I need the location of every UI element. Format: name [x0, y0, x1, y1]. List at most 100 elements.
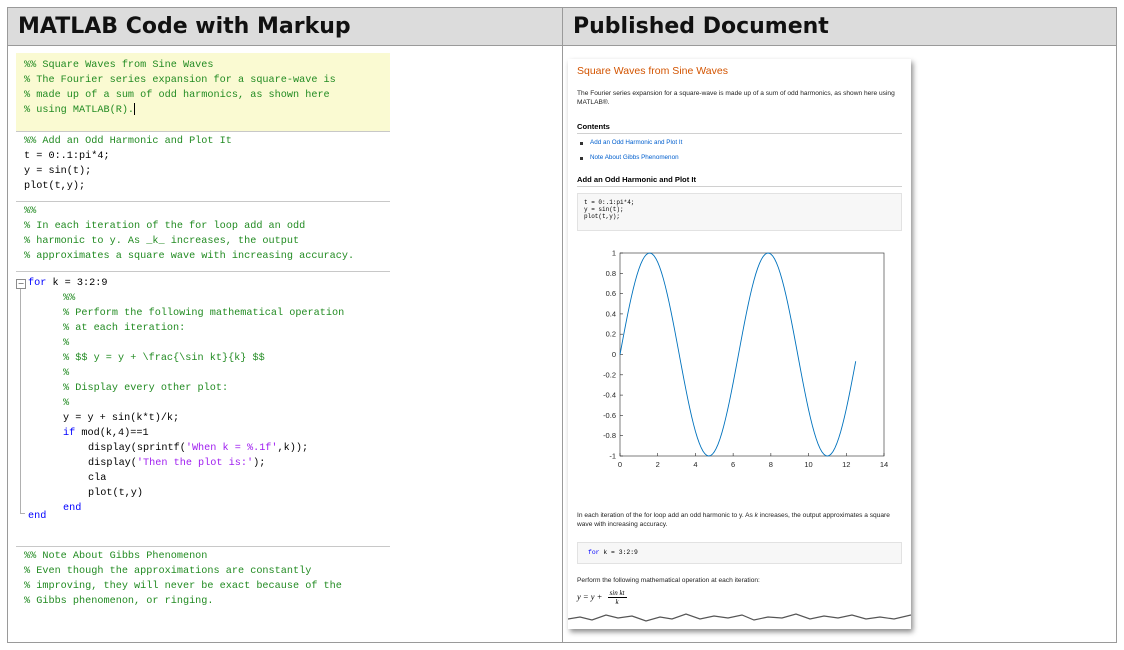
- operation-paragraph: Perform the following mathematical opera…: [577, 577, 760, 584]
- code-text: display(: [88, 458, 137, 469]
- x-tick-label: 6: [731, 460, 735, 469]
- y-tick-label: -0.6: [603, 411, 616, 420]
- code-line[interactable]: %%: [24, 204, 36, 219]
- x-tick-label: 2: [656, 460, 660, 469]
- code-line[interactable]: % Display every other plot:: [63, 381, 228, 396]
- code-line[interactable]: % Gibbs phenomenon, or ringing.: [24, 594, 214, 609]
- bullet: [580, 142, 583, 145]
- code-line[interactable]: cla: [88, 471, 106, 486]
- code-line[interactable]: % The Fourier series expansion for a squ…: [24, 73, 336, 88]
- code-editor[interactable]: %% Square Waves from Sine Waves % The Fo…: [16, 53, 390, 613]
- keyword: for: [588, 549, 600, 556]
- code-line[interactable]: %%: [63, 291, 75, 306]
- code-text: ,k));: [277, 443, 309, 454]
- code-line[interactable]: %: [63, 366, 69, 381]
- equation-lhs: y = y +: [577, 591, 605, 602]
- keyword: for: [28, 278, 47, 289]
- column-divider: [562, 8, 563, 642]
- code-line[interactable]: display('Then the plot is:');: [88, 456, 265, 471]
- torn-edge: [568, 613, 911, 629]
- contents-link[interactable]: Add an Odd Harmonic and Plot It: [590, 139, 682, 146]
- code-line[interactable]: plot(t,y);: [24, 179, 85, 194]
- published-page: Square Waves from Sine Waves The Fourier…: [568, 59, 911, 629]
- x-tick-label: 10: [804, 460, 812, 469]
- code-line[interactable]: % $$ y = y + \frac{\sin kt}{k} $$: [63, 351, 265, 366]
- text-cursor: [134, 103, 136, 116]
- code-line[interactable]: % made up of a sum of odd harmonics, as …: [24, 88, 330, 103]
- cell-divider: [16, 131, 390, 132]
- code-line[interactable]: t = 0:.1:pi*4;: [24, 149, 110, 164]
- fold-guide-end: [20, 513, 25, 514]
- code-line[interactable]: % using MATLAB(R).: [24, 103, 136, 118]
- code-text: k = 3:2:9: [46, 278, 108, 289]
- code-line[interactable]: if mod(k,4)==1: [63, 426, 149, 441]
- keyword: if: [63, 428, 76, 439]
- code-line[interactable]: %: [63, 336, 69, 351]
- header-matlab-code: MATLAB Code with Markup: [8, 8, 562, 46]
- heading-rule: [577, 186, 902, 187]
- code-block-line: y = sin(t);: [584, 206, 624, 213]
- intro-paragraph: The Fourier series expansion for a squar…: [577, 90, 895, 106]
- y-tick-label: -1: [609, 452, 616, 461]
- contents-link[interactable]: Note About Gibbs Phenomenon: [590, 154, 679, 161]
- equation-fraction: sin kt k: [607, 589, 627, 606]
- x-tick-label: 12: [842, 460, 850, 469]
- code-line[interactable]: plot(t,y): [88, 486, 143, 501]
- fold-toggle-icon[interactable]: −: [16, 279, 26, 289]
- y-tick-label: 0.6: [606, 289, 616, 298]
- y-tick-label: 0: [612, 350, 616, 359]
- code-line[interactable]: % Perform the following mathematical ope…: [63, 306, 344, 321]
- loop-paragraph: In each iteration of the for loop add an…: [577, 511, 902, 529]
- code-line[interactable]: % Even though the approximations are con…: [24, 564, 311, 579]
- code-line[interactable]: end: [63, 501, 81, 516]
- x-tick-label: 8: [769, 460, 773, 469]
- code-line[interactable]: % approximates a square wave with increa…: [24, 249, 354, 264]
- code-line[interactable]: % In each iteration of the for loop add …: [24, 219, 305, 234]
- code-block-line: plot(t,y);: [584, 213, 621, 220]
- code-line[interactable]: y = y + sin(k*t)/k;: [63, 411, 179, 426]
- section-heading: Add an Odd Harmonic and Plot It: [577, 175, 696, 184]
- code-line[interactable]: %% Note About Gibbs Phenomenon: [24, 549, 207, 564]
- equation-denominator: k: [615, 598, 619, 606]
- code-text: k = 3:2:9: [599, 549, 638, 556]
- code-line[interactable]: end: [28, 509, 46, 524]
- code-line[interactable]: %% Add an Odd Harmonic and Plot It: [24, 134, 232, 149]
- code-block: t = 0:.1:pi*4; y = sin(t); plot(t,y);: [577, 193, 902, 231]
- paragraph-text: In each iteration of the for loop add an…: [577, 512, 755, 519]
- y-tick-label: -0.2: [603, 370, 616, 379]
- y-tick-label: -0.4: [603, 391, 616, 400]
- plot-frame: [619, 252, 885, 457]
- code-line[interactable]: display(sprintf('When k = %.1f',k));: [88, 441, 308, 456]
- contents-heading: Contents: [577, 122, 610, 131]
- string-literal: 'When k = %.1f': [185, 443, 278, 454]
- y-tick-label: 0.8: [606, 269, 616, 278]
- sine-plot: 0 2 4 6 8 10 12 14 1 0.8 0.6 0.4 0.2 0 -0.2 -0.4 -0.6 -0.…: [603, 250, 888, 469]
- x-tick-label: 0: [618, 460, 622, 469]
- code-line[interactable]: %% Square Waves from Sine Waves: [24, 58, 214, 73]
- page-title: Square Waves from Sine Waves: [577, 65, 728, 77]
- code-block-line: t = 0:.1:pi*4;: [584, 199, 635, 206]
- y-tick-label: 1: [612, 250, 616, 258]
- x-tick-label: 4: [693, 460, 697, 469]
- equation: y = y + sin kt k: [577, 589, 627, 606]
- y-tick-label: 0.4: [606, 309, 616, 318]
- heading-rule: [577, 133, 902, 134]
- fold-guide: [20, 289, 21, 513]
- header-published-document: Published Document: [563, 8, 1116, 46]
- code-block: for k = 3:2:9: [577, 542, 902, 564]
- plot-axes: [619, 252, 885, 457]
- string-literal: 'Then the plot is:': [136, 458, 254, 469]
- code-line[interactable]: %: [63, 396, 69, 411]
- cell-divider: [16, 546, 390, 547]
- equation-numerator: sin kt: [607, 589, 627, 598]
- code-line[interactable]: y = sin(t);: [24, 164, 91, 179]
- code-line[interactable]: % at each iteration:: [63, 321, 185, 336]
- code-line[interactable]: for k = 3:2:9: [28, 276, 107, 291]
- code-text: % using MATLAB(R).: [24, 105, 135, 116]
- code-line[interactable]: % harmonic to y. As _k_ increases, the o…: [24, 234, 299, 249]
- code-line[interactable]: % improving, they will never be exact be…: [24, 579, 342, 594]
- y-tick-label: -0.8: [603, 431, 616, 440]
- code-text: mod(k,4)==1: [75, 428, 149, 439]
- bullet: [580, 157, 583, 160]
- code-text: display(sprintf(: [88, 443, 186, 454]
